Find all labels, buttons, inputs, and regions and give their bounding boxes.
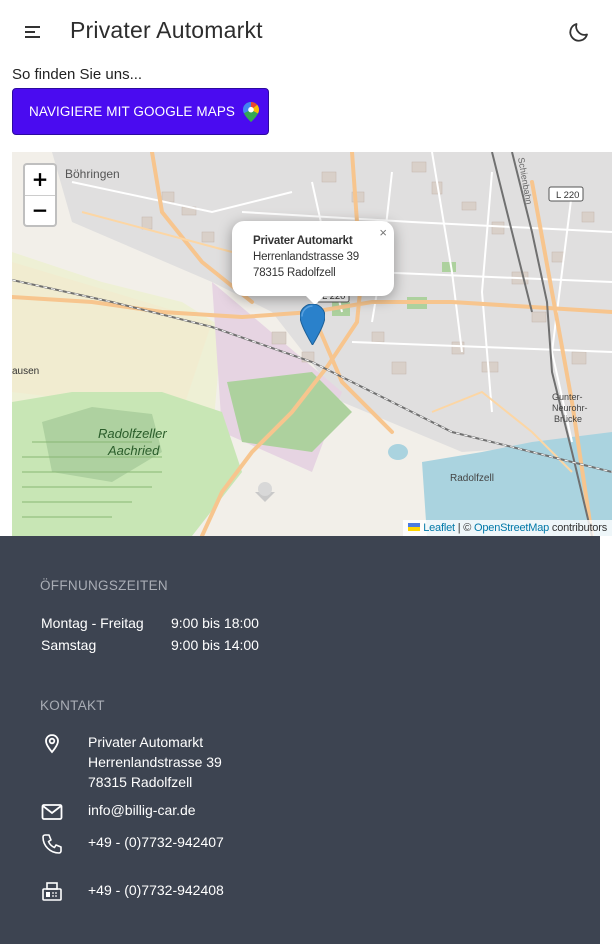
map-label-radolfzell: Radolfzell <box>450 473 494 484</box>
hours-day: Samstag <box>41 637 97 653</box>
contact-email[interactable]: info@billig-car.de <box>88 800 196 820</box>
map-attribution: Leaflet | © OpenStreetMap contributors <box>403 520 612 536</box>
popup-city: 78315 Radolfzell <box>253 267 336 279</box>
contact-fax: +49 - (0)7732-942408 <box>88 882 224 898</box>
popup-street: Herrenlandstrasse 39 <box>253 251 359 263</box>
popup-close-button[interactable]: × <box>379 225 387 240</box>
popup-name: Privater Automarkt <box>253 235 353 247</box>
location-heading: So finden Sie uns... <box>12 66 143 83</box>
map-popup: × Privater Automarkt Herrenlandstrasse 3… <box>232 221 394 296</box>
attribution-separator: | © <box>457 522 472 534</box>
navigate-google-maps-button[interactable]: NAVIGIERE MIT GOOGLE MAPS <box>12 88 269 135</box>
fax-icon <box>42 882 62 901</box>
address-city: 78315 Radolfzell <box>88 774 193 790</box>
zoom-control: + − <box>23 163 57 227</box>
address-name: Privater Automarkt <box>88 734 204 750</box>
moon-icon <box>569 23 588 42</box>
map-label-aachried-1: Radolfzeller <box>98 426 167 441</box>
theme-toggle-button[interactable] <box>566 19 592 45</box>
google-maps-pin-icon <box>243 101 260 122</box>
zoom-in-button[interactable]: + <box>25 165 55 196</box>
leaflet-link[interactable]: Leaflet <box>423 522 455 534</box>
contact-phone[interactable]: +49 - (0)7732-942407 <box>88 832 224 852</box>
address-street: Herrenlandstrasse 39 <box>88 754 222 770</box>
hours-time: 9:00 bis 14:00 <box>171 637 259 653</box>
contact-address: Privater Automarkt Herrenlandstrasse 39 … <box>88 732 222 792</box>
mail-icon <box>41 804 63 820</box>
app-title: Privater Automarkt <box>70 17 263 43</box>
map-marker-icon[interactable] <box>300 304 325 345</box>
hours-day: Montag - Freitag <box>41 615 144 631</box>
map-label-aachried-2: Aachried <box>107 443 160 458</box>
zoom-out-button[interactable]: − <box>25 196 55 226</box>
menu-button[interactable] <box>22 20 48 44</box>
map-label-boehringen: Böhringen <box>65 167 120 181</box>
location-pin-icon <box>45 734 59 754</box>
openstreetmap-link[interactable]: OpenStreetMap <box>474 522 549 534</box>
map-label-brucke-1: Gunter- <box>552 392 583 402</box>
footer: ÖFFNUNGSZEITEN Montag - Freitag 9:00 bis… <box>0 536 600 944</box>
contact-title: KONTAKT <box>40 698 105 713</box>
app-header: Privater Automarkt <box>0 0 612 64</box>
map-label-l220-top: L 220 <box>556 190 579 201</box>
navigate-button-label: NAVIGIERE MIT GOOGLE MAPS <box>29 104 236 119</box>
opening-hours-title: ÖFFNUNGSZEITEN <box>40 578 168 593</box>
map-label-brucke-2: Neurohr- <box>552 403 588 413</box>
ukraine-flag-icon <box>408 523 421 531</box>
phone-icon <box>42 834 62 854</box>
menu-icon <box>25 26 40 38</box>
attribution-contributors: contributors <box>551 522 607 534</box>
map-container[interactable]: Böhringen L 220 L 220 ausen Radolfzeller… <box>12 152 612 536</box>
hours-time: 9:00 bis 18:00 <box>171 615 259 631</box>
map-label-brucke-3: Brücke <box>554 414 582 424</box>
map-label-hausen: ausen <box>12 366 39 377</box>
